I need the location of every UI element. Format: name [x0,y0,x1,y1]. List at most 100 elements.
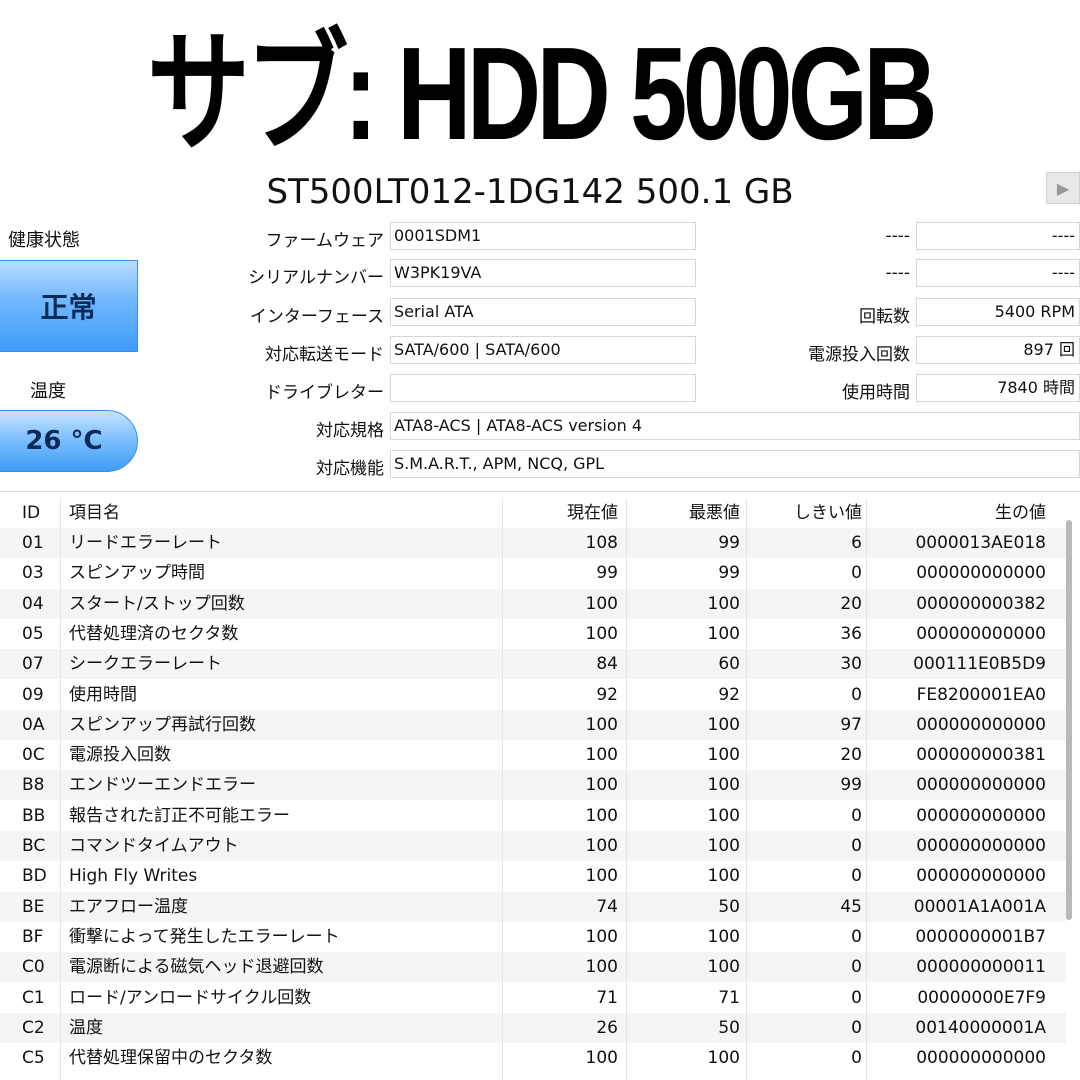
cell-raw: 000000000000 [916,775,1046,796]
cell-name: 温度 [69,1017,103,1038]
cell-raw: 000000000382 [916,593,1046,614]
table-row[interactable]: 09 使用時間 92 92 0 FE8200001EA0 [0,680,1066,710]
table-row[interactable]: BD High Fly Writes 100 100 0 000000000000 [0,861,1066,891]
cell-name: リードエラーレート [69,533,222,553]
cell-current: 74 [596,896,618,917]
serial-label: シリアルナンバー [248,268,384,288]
drive-model-title: ST500LT012-1DG142 500.1 GB [266,172,794,212]
cell-threshold: 0 [851,866,862,887]
header-raw[interactable]: 生の値 [870,498,1046,528]
right-label-2: ---- [885,263,910,283]
column-divider [746,498,747,1080]
cell-current: 100 [585,957,618,978]
table-row[interactable]: C1 ロード/アンロードサイクル回数 71 71 0 00000000E7F9 [0,983,1066,1013]
cell-raw: 000000000000 [916,805,1046,826]
column-divider [60,498,61,1080]
table-scrollbar[interactable] [1066,520,1072,920]
table-row[interactable]: B8 エンドツーエンドエラー 100 100 99 000000000000 [0,770,1066,801]
table-row[interactable]: BC コマンドタイムアウト 100 100 0 000000000000 [0,831,1066,861]
play-right-icon: ▶ [1056,178,1070,198]
cell-name: スタート/ストップ回数 [69,593,245,614]
cell-worst: 100 [707,714,740,735]
cell-worst: 71 [718,987,740,1008]
cell-raw: FE8200001EA0 [916,684,1046,705]
cell-worst: 92 [718,684,740,705]
cell-current: 71 [596,987,618,1008]
cell-raw: 00001A1A001A [913,896,1046,917]
table-row[interactable]: BE エアフロー温度 74 50 45 00001A1A001A [0,891,1066,922]
header-worst[interactable]: 最悪値 [630,498,740,528]
banner-title: サブ: HDD 500GB [147,19,938,167]
right-label-1: ---- [885,226,910,246]
temperature-label: 温度 [30,381,66,402]
cell-current: 99 [596,563,618,584]
cell-threshold: 0 [851,926,862,947]
cell-name: コマンドタイムアウト [69,836,239,856]
table-row[interactable]: 04 スタート/ストップ回数 100 100 20 000000000382 [0,588,1066,619]
table-row[interactable]: 01 リードエラーレート 108 99 6 0000013AE018 [0,528,1066,558]
cell-current: 100 [585,926,618,947]
cell-current: 100 [585,623,618,644]
cell-id: BE [22,896,45,917]
cell-worst: 100 [707,805,740,826]
cell-name: シークエラーレート [69,654,222,675]
cell-id: 0A [22,714,45,735]
header-current[interactable]: 現在値 [510,498,618,528]
cell-name: エンドツーエンドエラー [69,775,256,796]
cell-raw: 000000000000 [916,1048,1046,1069]
table-row[interactable]: BF 衝撃によって発生したエラーレート 100 100 0 0000000001B7 [0,922,1066,952]
cell-current: 92 [596,684,618,705]
column-divider [866,498,867,1080]
cell-worst: 60 [718,654,740,675]
cell-id: C2 [22,1017,45,1038]
header-threshold[interactable]: しきい値 [750,498,862,528]
cell-id: BD [22,866,47,887]
cell-current: 100 [585,1048,618,1069]
cell-current: 100 [585,836,618,856]
cell-name: 電源断による磁気ヘッド退避回数 [69,957,324,978]
cell-raw: 000000000000 [916,866,1046,887]
cell-worst: 100 [707,957,740,978]
cell-threshold: 36 [840,623,862,644]
table-row[interactable]: 0C 電源投入回数 100 100 20 000000000381 [0,740,1066,770]
cell-id: BF [22,926,44,947]
header-id[interactable]: ID [22,498,40,528]
health-status-badge[interactable]: 正常 [0,260,138,352]
cell-threshold: 0 [851,563,862,584]
temperature-badge[interactable]: 26 °C [0,410,138,472]
cell-worst: 50 [718,896,740,917]
power-on-hours-field: 7840 時間 [916,374,1080,402]
table-row[interactable]: 03 スピンアップ時間 99 99 0 000000000000 [0,558,1066,588]
table-row[interactable]: C5 代替処理保留中のセクタ数 100 100 0 000000000000 [0,1043,1066,1073]
next-drive-button[interactable]: ▶ [1046,172,1080,204]
table-row[interactable]: C0 電源断による磁気ヘッド退避回数 100 100 0 000000000011 [0,952,1066,983]
cell-raw: 000000000381 [916,745,1046,766]
cell-name: 衝撃によって発生したエラーレート [69,926,340,947]
transfer-mode-label: 対応転送モード [265,345,384,365]
cell-name: スピンアップ再試行回数 [69,714,256,735]
cell-name: 電源投入回数 [69,745,171,766]
header-name[interactable]: 項目名 [69,498,120,528]
cell-id: 07 [22,654,44,675]
cell-worst: 100 [707,775,740,796]
cell-threshold: 20 [840,745,862,766]
table-row[interactable]: BB 報告された訂正不可能エラー 100 100 0 000000000000 [0,801,1066,831]
table-row[interactable]: 07 シークエラーレート 84 60 30 000111E0B5D9 [0,649,1066,680]
cell-current: 100 [585,805,618,826]
cell-worst: 99 [718,533,740,553]
interface-label: インターフェース [249,307,384,327]
health-label: 健康状態 [8,230,80,251]
table-row[interactable]: 0A スピンアップ再試行回数 100 100 97 000000000000 [0,709,1066,740]
cell-threshold: 0 [851,836,862,856]
cell-worst: 100 [707,866,740,887]
column-divider [502,498,503,1080]
cell-threshold: 0 [851,957,862,978]
standard-field: ATA8-ACS | ATA8-ACS version 4 [390,412,1080,440]
cell-raw: 000000000000 [916,563,1046,584]
cell-raw: 000000000011 [916,957,1046,978]
firmware-label: ファームウェア [265,231,385,251]
cell-current: 26 [596,1017,618,1038]
table-row[interactable]: 05 代替処理済のセクタ数 100 100 36 000000000000 [0,619,1066,649]
table-row[interactable]: C2 温度 26 50 0 00140000001A [0,1012,1066,1043]
rotation-label: 回転数 [859,307,910,327]
